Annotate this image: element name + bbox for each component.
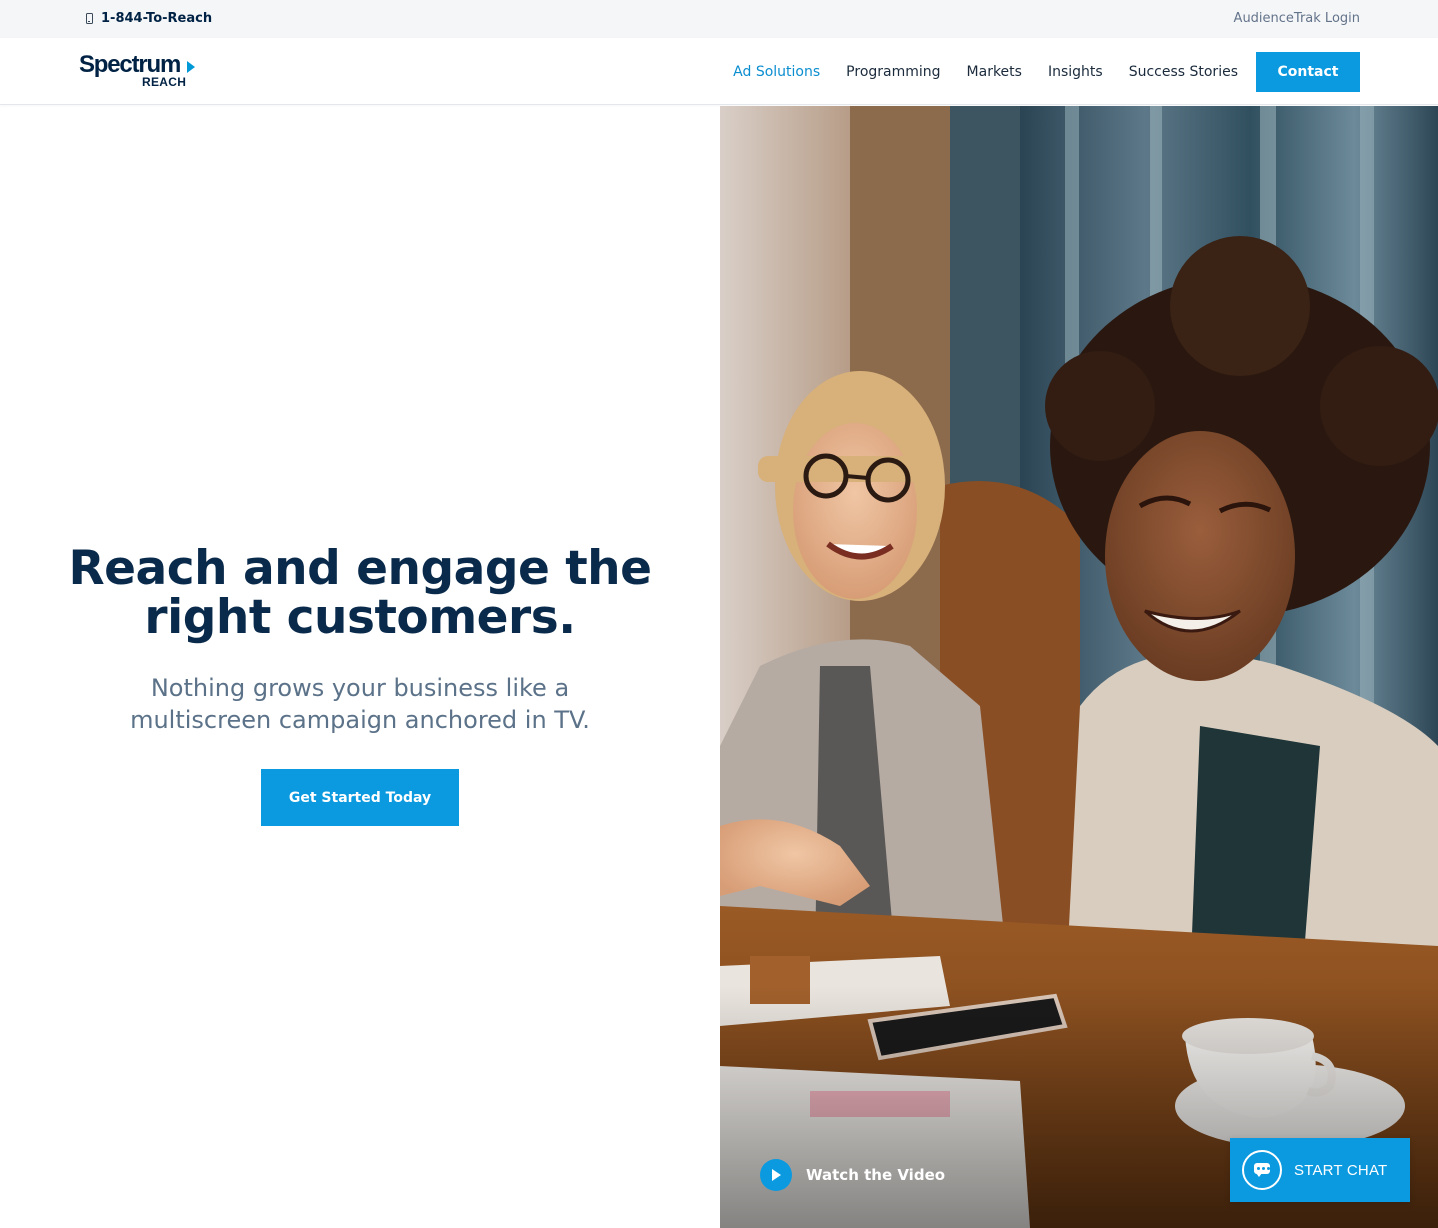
- audiencetrak-login-link[interactable]: AudienceTrak Login: [1234, 11, 1360, 26]
- hero-title-line-2: right customers.: [144, 590, 576, 645]
- watch-video-label: Watch the Video: [806, 1166, 946, 1184]
- nav-item-ad-solutions[interactable]: Ad Solutions: [733, 52, 820, 92]
- main-nav: Ad Solutions Programming Markets Insight…: [707, 52, 1360, 92]
- hero-text-panel: Reach and engage the right customers. No…: [0, 106, 720, 1228]
- hero-photo-illustration: [720, 106, 1438, 1228]
- contact-button[interactable]: Contact: [1256, 52, 1360, 92]
- play-icon[interactable]: [760, 1159, 792, 1191]
- hero-subtitle-line-1: Nothing grows your business like a: [150, 674, 570, 702]
- mobile-phone-icon: [86, 13, 93, 24]
- chat-bubble-icon: [1242, 1150, 1282, 1190]
- nav-item-markets[interactable]: Markets: [967, 52, 1022, 92]
- spectrum-reach-logo[interactable]: Spectrum REACH: [79, 52, 199, 92]
- phone-label: 1-844-To-Reach: [101, 11, 213, 26]
- phone-link[interactable]: 1-844-To-Reach: [86, 11, 212, 26]
- nav-item-insights[interactable]: Insights: [1048, 52, 1103, 92]
- hero-photo: [720, 106, 1438, 1228]
- get-started-button[interactable]: Get Started Today: [261, 769, 459, 826]
- chat-dots: [1257, 1167, 1270, 1170]
- nav-item-success-stories[interactable]: Success Stories: [1129, 52, 1238, 92]
- watch-video-link[interactable]: Watch the Video: [760, 1159, 945, 1191]
- start-chat-label: START CHAT: [1294, 1161, 1388, 1179]
- site-header: Spectrum REACH Ad Solutions Programming …: [0, 38, 1438, 105]
- logo-arrow-icon: [187, 61, 195, 73]
- nav-item-programming[interactable]: Programming: [846, 52, 940, 92]
- start-chat-button[interactable]: START CHAT: [1230, 1138, 1410, 1202]
- hero-subtitle-line-2: multiscreen campaign anchored in TV.: [130, 706, 590, 734]
- hero-title-line-1: Reach and engage the: [68, 541, 652, 596]
- utility-bar: 1-844-To-Reach AudienceTrak Login: [0, 0, 1438, 38]
- hero-subtitle: Nothing grows your business like a multi…: [100, 672, 620, 736]
- logo-sub-wordmark: REACH: [142, 75, 187, 89]
- hero-title: Reach and engage the right customers.: [60, 544, 660, 642]
